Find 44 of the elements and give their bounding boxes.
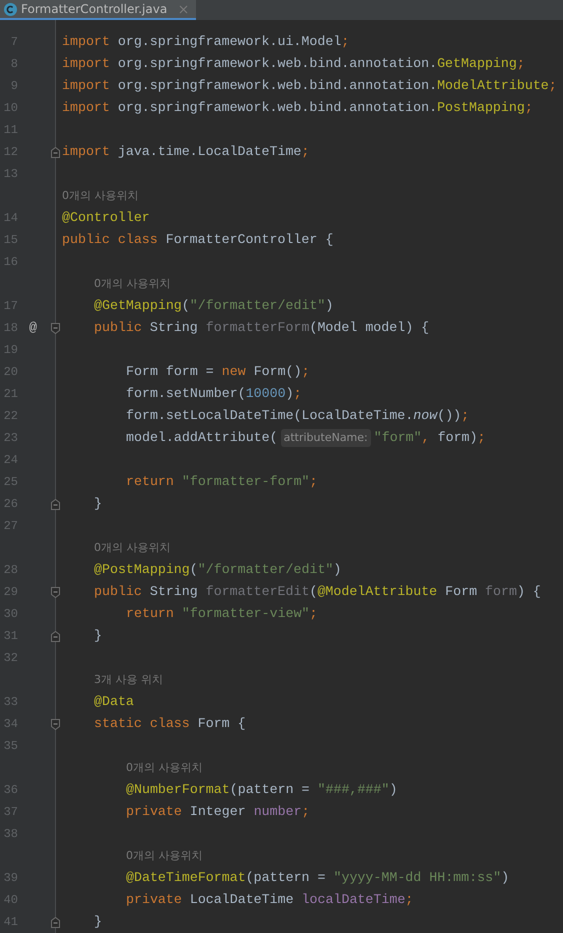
code-text: } — [94, 495, 102, 514]
file-tab[interactable]: FormatterController.java — [0, 0, 196, 20]
usage-hint[interactable]: 3개 사용 위치 — [94, 672, 163, 688]
code-text: import org.springframework.web.bind.annotation.ModelAttribute; — [62, 77, 557, 96]
code-text: import org.springframework.ui.Model; — [62, 33, 350, 52]
fold-icon[interactable] — [50, 322, 60, 334]
code-text: return "formatter-view"; — [126, 605, 318, 624]
code-text: form.setNumber(10000); — [126, 385, 302, 404]
fold-icon[interactable] — [50, 498, 60, 510]
code-text: public class FormatterController { — [62, 231, 334, 250]
code-text: form.setLocalDateTime(LocalDateTime.now()); — [126, 407, 470, 426]
code-text: Form form = new Form(); — [126, 363, 310, 382]
code-text: private LocalDateTime localDateTime; — [126, 891, 414, 910]
class-icon — [4, 2, 17, 16]
code-text: @Controller — [62, 209, 150, 228]
code-text: @NumberFormat(pattern = "###,###") — [126, 781, 398, 800]
usage-hint[interactable]: 0개의 사용위치 — [126, 848, 202, 864]
usage-hint[interactable]: 0개의 사용위치 — [62, 188, 138, 204]
code-text: @DateTimeFormat(pattern = "yyyy-MM-dd HH:mm:ss") — [126, 869, 510, 888]
code-text: public String formatterEdit(@ModelAttribute Form form) { — [94, 583, 541, 602]
code-text: @PostMapping("/formatter/edit") — [94, 561, 342, 580]
code-text: } — [94, 627, 102, 646]
usage-hint[interactable]: 0개의 사용위치 — [126, 760, 202, 776]
fold-icon[interactable] — [50, 630, 60, 642]
code-text: private Integer number; — [126, 803, 310, 822]
fold-icon[interactable] — [50, 718, 60, 730]
code-text: @Data — [94, 693, 134, 712]
code-text: public String formatterForm(Model model) { — [94, 319, 430, 338]
code-text: } — [94, 913, 102, 932]
code-text: @GetMapping("/formatter/edit") — [94, 297, 334, 316]
code-text: import org.springframework.web.bind.annotation.GetMapping; — [62, 55, 525, 74]
gutter-marker[interactable]: @ — [18, 318, 48, 338]
code-text: static class Form { — [94, 715, 246, 734]
code-text: return "formatter-form"; — [126, 473, 318, 492]
fold-icon[interactable] — [50, 586, 60, 598]
code-text: "form", form); — [374, 429, 486, 448]
fold-icon[interactable] — [50, 146, 60, 158]
parameter-hint: attributeName: — [280, 428, 371, 448]
usage-hint[interactable]: 0개의 사용위치 — [94, 276, 170, 292]
usage-hint[interactable]: 0개의 사용위치 — [94, 540, 170, 556]
code-text: import java.time.LocalDateTime; — [62, 143, 310, 162]
code-text: model.addAttribute( — [126, 429, 278, 448]
code-text: import org.springframework.web.bind.annotation.PostMapping; — [62, 99, 533, 118]
fold-icon[interactable] — [50, 916, 60, 928]
